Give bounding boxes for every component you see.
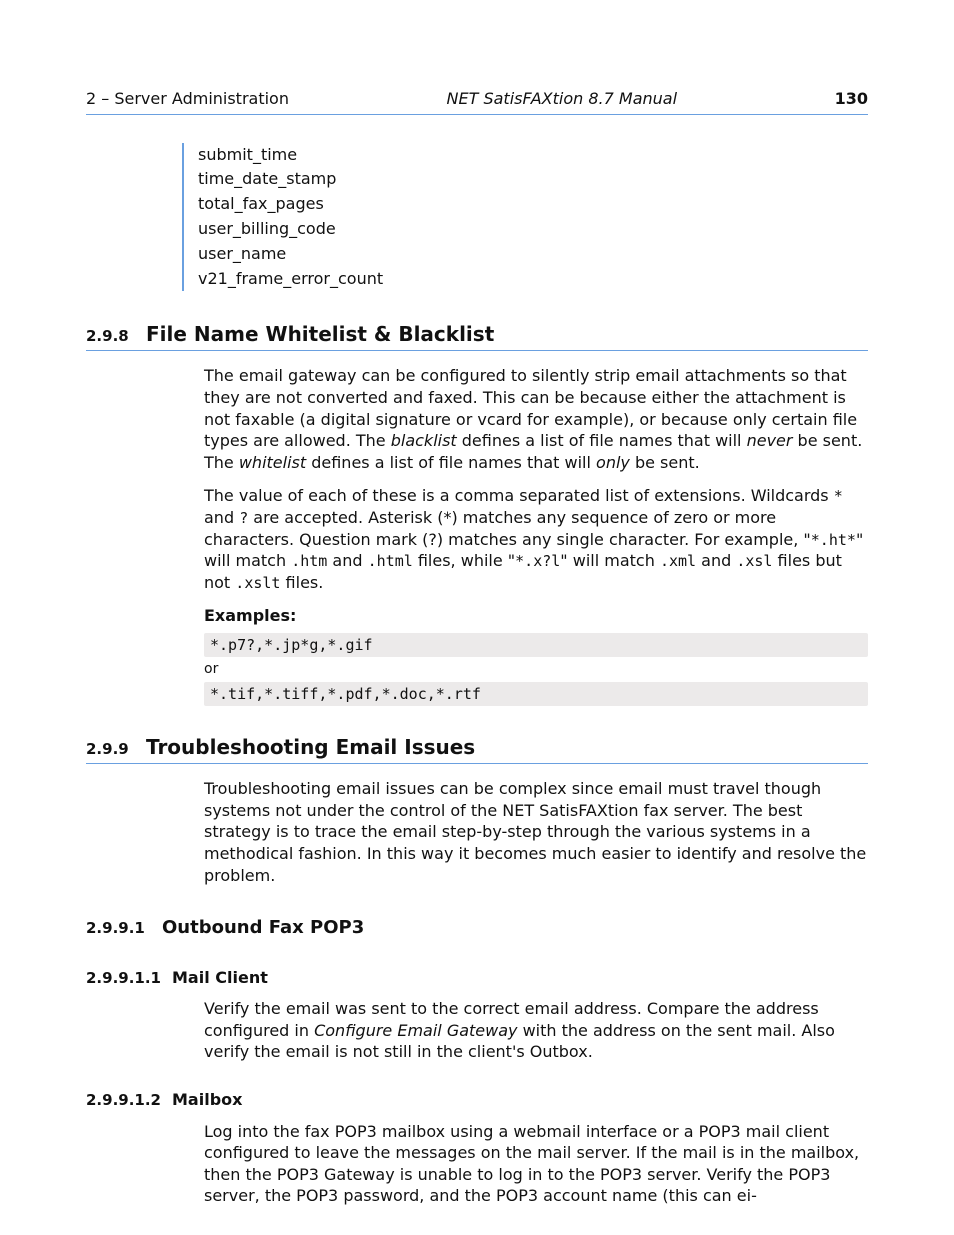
field-item: user_name [198,242,868,267]
subsubsection-number: 2.9.9.1.1 [86,968,172,988]
inline-code: .html [368,552,413,570]
header-section-label: 2 – Server Administration [86,88,289,110]
inline-code: .htm [291,552,327,570]
section-298-body: The email gateway can be configured to s… [204,365,868,706]
subsubsection-title: Mailbox [172,1089,242,1111]
inline-code: * [834,487,843,505]
subsubsection-number: 2.9.9.1.2 [86,1090,172,1110]
field-item: v21_frame_error_count [198,267,868,292]
section-heading-299: 2.9.9 Troubleshooting Email Issues [86,734,868,764]
section-heading-298: 2.9.8 File Name Whitelist & Blacklist [86,321,868,351]
paragraph: Troubleshooting email issues can be comp… [204,778,868,886]
section-number: 2.9.9 [86,739,146,759]
page: 2 – Server Administration NET SatisFAXti… [0,0,954,1235]
subsection-title: Outbound Fax POP3 [162,916,364,940]
text: are accepted. Asterisk (*) matches any s… [204,508,811,549]
subsubsection-title: Mail Client [172,967,268,989]
paragraph: Verify the email was sent to the correct… [204,998,868,1063]
italic-term: Configure Email Gateway [314,1021,517,1040]
text: The value of each of these is a comma se… [204,486,834,505]
text: defines a list of file names that will [457,431,747,450]
paragraph: Log into the fax POP3 mailbox using a we… [204,1121,868,1207]
inline-code: .xml [660,552,696,570]
italic-term: whitelist [239,453,306,472]
inline-code: ? [239,509,248,527]
section-299-body: Troubleshooting email issues can be comp… [204,778,868,886]
header-page-number: 130 [835,88,868,110]
field-item: submit_time [198,143,868,168]
section-29912-body: Log into the fax POP3 mailbox using a we… [204,1121,868,1207]
italic-term: blacklist [391,431,457,450]
text: and [204,508,239,527]
running-header: 2 – Server Administration NET SatisFAXti… [86,88,868,115]
italic-term: only [596,453,630,472]
field-name-list: submit_time time_date_stamp total_fax_pa… [182,143,868,292]
section-title: File Name Whitelist & Blacklist [146,321,494,348]
paragraph: The value of each of these is a comma se… [204,485,868,593]
text: be sent. [630,453,700,472]
text: defines a list of file names that will [306,453,596,472]
text: " will match [560,551,660,570]
text: and [327,551,367,570]
header-manual-title: NET SatisFAXtion 8.7 Manual [289,88,835,110]
inline-code: *.x?l [515,552,560,570]
text: files. [280,573,323,592]
inline-code: *.ht* [811,531,856,549]
or-separator: or [204,660,868,679]
code-example: *.tif,*.tiff,*.pdf,*.doc,*.rtf [204,682,868,706]
text: files, while " [413,551,515,570]
paragraph: The email gateway can be configured to s… [204,365,868,473]
section-title: Troubleshooting Email Issues [146,734,475,761]
code-example: *.p7?,*.jp*g,*.gif [204,633,868,657]
subsubsection-heading-29911: 2.9.9.1.1 Mail Client [86,967,868,989]
section-29911-body: Verify the email was sent to the correct… [204,998,868,1063]
inline-code: .xslt [235,574,280,592]
text: and [696,551,736,570]
field-item: total_fax_pages [198,192,868,217]
inline-code: .xsl [736,552,772,570]
field-item: time_date_stamp [198,167,868,192]
italic-term: never [747,431,793,450]
examples-label: Examples: [204,605,868,627]
subsubsection-heading-29912: 2.9.9.1.2 Mailbox [86,1089,868,1111]
field-item: user_billing_code [198,217,868,242]
section-number: 2.9.8 [86,326,146,346]
subsection-number: 2.9.9.1 [86,918,162,938]
subsection-heading-2991: 2.9.9.1 Outbound Fax POP3 [86,916,868,940]
